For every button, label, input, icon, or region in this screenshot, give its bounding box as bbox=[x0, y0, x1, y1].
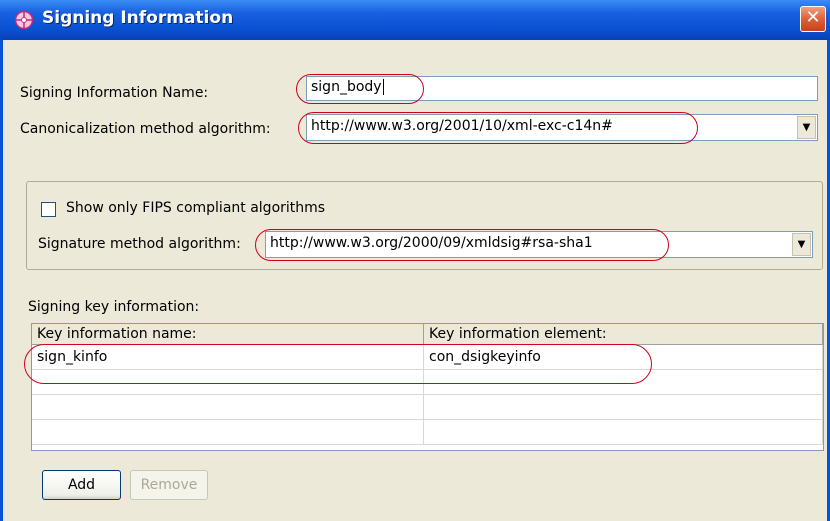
key-table-header: Key information name: Key information el… bbox=[32, 324, 823, 345]
cell-key-name[interactable] bbox=[32, 395, 424, 419]
add-button[interactable]: Add bbox=[42, 470, 121, 500]
chevron-down-icon[interactable]: ▼ bbox=[792, 233, 811, 256]
fips-checkbox[interactable] bbox=[41, 202, 56, 217]
text-cursor bbox=[382, 79, 384, 95]
canonicalization-select[interactable]: http://www.w3.org/2001/10/xml-exc-c14n# … bbox=[306, 114, 818, 141]
signing-name-value: sign_body bbox=[311, 79, 382, 95]
column-header-key-element[interactable]: Key information element: bbox=[424, 324, 823, 344]
cell-key-element[interactable] bbox=[424, 395, 823, 419]
column-header-key-name[interactable]: Key information name: bbox=[32, 324, 424, 344]
crosshair-compass-icon bbox=[14, 10, 34, 30]
close-button[interactable]: ✕ bbox=[800, 6, 826, 32]
table-row[interactable] bbox=[32, 420, 823, 445]
cell-key-name[interactable] bbox=[32, 370, 424, 394]
signature-value: http://www.w3.org/2000/09/xmldsig#rsa-sh… bbox=[270, 235, 593, 251]
cell-key-element[interactable] bbox=[424, 370, 823, 394]
canonicalization-value: http://www.w3.org/2001/10/xml-exc-c14n# bbox=[311, 118, 613, 134]
window-title: Signing Information bbox=[42, 8, 234, 28]
window-border-left bbox=[0, 40, 3, 521]
chevron-down-icon[interactable]: ▼ bbox=[797, 116, 816, 139]
canonicalization-label: Canonicalization method algorithm: bbox=[20, 121, 271, 137]
key-table[interactable]: Key information name: Key information el… bbox=[31, 323, 824, 451]
signing-name-input[interactable]: sign_body bbox=[306, 76, 818, 101]
key-section-label: Signing key information: bbox=[28, 299, 200, 315]
cell-key-element[interactable]: con_dsigkeyinfo bbox=[424, 345, 823, 369]
signing-information-dialog: Signing Information ✕ Signing Informatio… bbox=[0, 0, 830, 521]
table-row[interactable]: sign_kinfo con_dsigkeyinfo bbox=[32, 345, 823, 370]
fips-checkbox-label: Show only FIPS compliant algorithms bbox=[66, 200, 326, 216]
title-bar[interactable]: Signing Information ✕ bbox=[0, 0, 830, 40]
cell-key-element[interactable] bbox=[424, 420, 823, 444]
signature-select[interactable]: http://www.w3.org/2000/09/xmldsig#rsa-sh… bbox=[265, 231, 813, 258]
cell-key-name[interactable]: sign_kinfo bbox=[32, 345, 424, 369]
table-row[interactable] bbox=[32, 395, 823, 420]
cell-key-name[interactable] bbox=[32, 420, 424, 444]
signing-name-label: Signing Information Name: bbox=[20, 85, 209, 101]
remove-button[interactable]: Remove bbox=[130, 470, 208, 500]
signature-label: Signature method algorithm: bbox=[38, 236, 241, 252]
table-row[interactable] bbox=[32, 370, 823, 395]
